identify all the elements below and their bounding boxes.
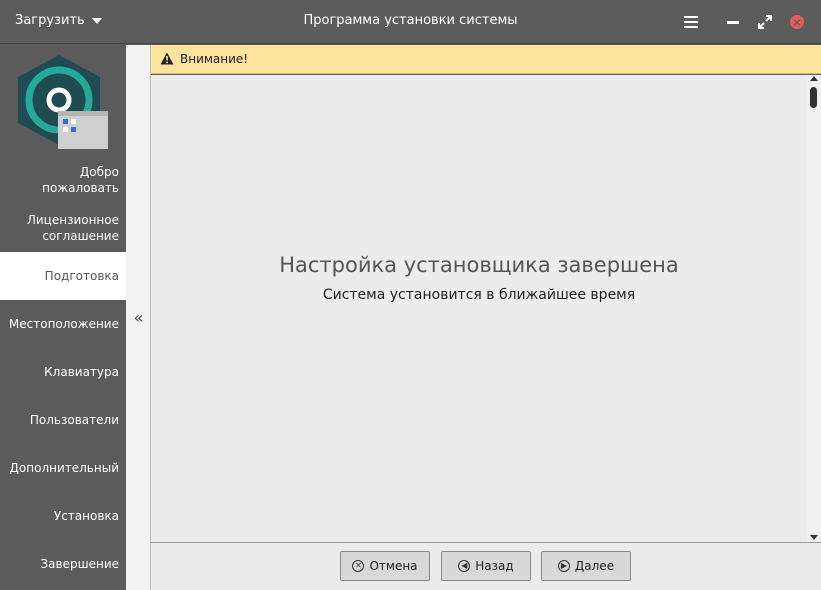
back-button[interactable]: ◀ Назад xyxy=(441,551,531,581)
next-button[interactable]: ▶ Далее xyxy=(541,551,631,581)
caret-down-icon xyxy=(91,17,102,24)
sidebar-step-license: Лицензионное соглашение xyxy=(26,213,119,243)
back-label: Назад xyxy=(475,559,514,573)
sidebar-step-welcome: Добро пожаловать xyxy=(42,165,119,195)
cancel-button[interactable]: ✕ Отмена xyxy=(340,551,430,581)
sidebar-step-install: Установка xyxy=(53,509,119,523)
minimize-icon[interactable] xyxy=(723,12,743,32)
sidebar-step-additional: Дополнительный xyxy=(9,461,119,475)
warning-icon xyxy=(160,50,174,69)
main-content: Настройка установщика завершена Система … xyxy=(151,75,807,542)
sidebar: Добро пожаловать Лицензионное соглашение… xyxy=(0,45,126,590)
page-subheading: Система установится в ближайшее время xyxy=(322,287,636,303)
arrow-right-circle-icon: ▶ xyxy=(557,560,570,572)
app-logo xyxy=(16,53,110,153)
sidebar-step-location: Местоположение xyxy=(8,317,119,331)
double-chevron-left-icon[interactable]: « xyxy=(126,308,151,327)
scroll-down-arrow-icon[interactable] xyxy=(810,535,818,540)
scroll-thumb[interactable] xyxy=(810,87,817,108)
scroll-up-arrow-icon[interactable] xyxy=(810,76,818,81)
load-menu-label: Загрузить xyxy=(15,13,85,28)
load-menu-button[interactable]: Загрузить xyxy=(15,13,102,28)
page-heading: Настройка установщика завершена xyxy=(279,253,679,277)
sidebar-step-preparation: Подготовка xyxy=(0,252,126,300)
warning-text: Внимание! xyxy=(180,52,249,66)
close-icon[interactable]: × xyxy=(787,12,807,32)
maximize-icon[interactable] xyxy=(755,12,775,32)
title-bar: Загрузить Программа установки системы × xyxy=(0,0,821,44)
hamburger-icon[interactable] xyxy=(681,12,701,32)
warning-bar: Внимание! xyxy=(151,45,821,74)
cancel-circle-icon: ✕ xyxy=(352,560,365,572)
sidebar-step-users: Пользователи xyxy=(29,413,119,427)
sidebar-collapse-column: « xyxy=(126,45,151,590)
sidebar-step-finish: Завершение xyxy=(40,557,119,571)
arrow-left-circle-icon: ◀ xyxy=(458,560,471,572)
button-bar: ✕ Отмена ◀ Назад ▶ Далее xyxy=(151,542,821,590)
cancel-label: Отмена xyxy=(369,559,418,573)
sidebar-step-keyboard: Клавиатура xyxy=(44,365,119,379)
vertical-scrollbar[interactable] xyxy=(807,75,821,542)
next-label: Далее xyxy=(574,559,615,573)
